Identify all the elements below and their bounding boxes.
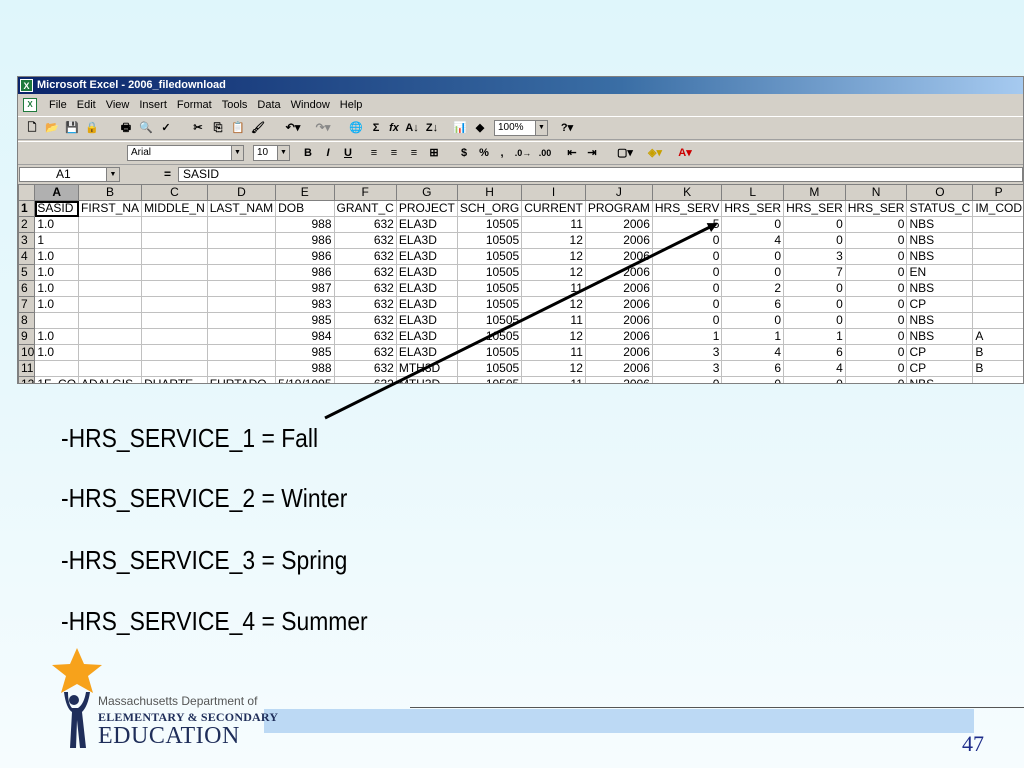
page-number: 47 [962,731,984,756]
logo-line-1: Massachusetts Department of [98,694,258,708]
dese-logo: Massachusetts Department of ELEMENTARY &… [50,648,278,753]
logo-line-3: EDUCATION [98,723,240,749]
arrow-line [324,222,718,420]
footer-bar [264,709,974,733]
footer-divider [410,707,1024,708]
